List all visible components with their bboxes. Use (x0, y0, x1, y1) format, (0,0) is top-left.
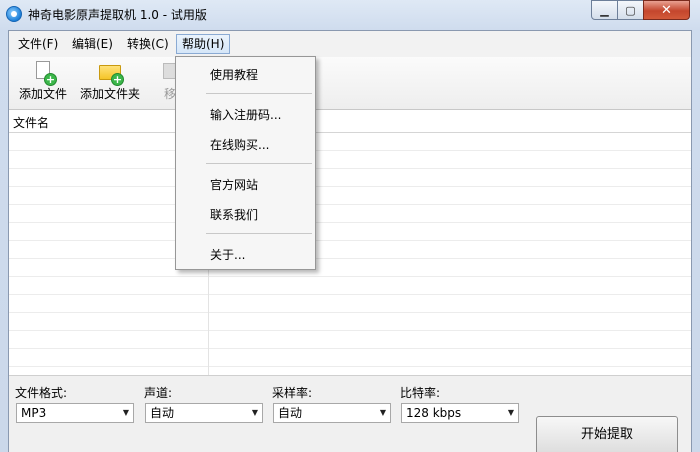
channel-select[interactable]: 自动 ▼ (145, 403, 263, 423)
start-extract-button[interactable]: 开始提取 (536, 416, 678, 452)
file-list-header: 文件名 (9, 110, 691, 133)
samplerate-select[interactable]: 自动 ▼ (273, 403, 391, 423)
options-panel: 文件格式: MP3 ▼ 声道: 自动 ▼ 采样率: 自动 ▼ 比特率: 128 … (9, 375, 691, 452)
menu-item-tutorial[interactable]: 使用教程 (210, 66, 258, 83)
file-list[interactable]: 文件名 (9, 110, 691, 375)
bitrate-value: 128 kbps (406, 406, 462, 420)
add-folder-label: 添加文件夹 (79, 87, 140, 101)
menu-item-website[interactable]: 官方网站 (210, 176, 258, 193)
format-label: 文件格式: (15, 386, 68, 400)
menu-edit[interactable]: 编辑(E) (67, 34, 118, 54)
channel-label: 声道: (144, 386, 173, 400)
menu-file[interactable]: 文件(F) (13, 34, 63, 54)
menu-item-about[interactable]: 关于... (210, 246, 245, 263)
add-file-button[interactable]: + 添加文件 (17, 61, 69, 102)
minimize-button[interactable]: ▁ (591, 0, 618, 20)
samplerate-value: 自动 (278, 406, 303, 420)
bitrate-label: 比特率: (400, 386, 441, 400)
title-bar: 神奇电影原声提取机 1.0 - 试用版 ▁ ▢ ✕ (0, 0, 700, 28)
menu-convert[interactable]: 转换(C) (122, 34, 174, 54)
add-folder-button[interactable]: + 添加文件夹 (77, 61, 143, 102)
format-select[interactable]: MP3 ▼ (16, 403, 134, 423)
menu-separator (206, 163, 312, 164)
file-list-rows (9, 133, 691, 375)
close-button[interactable]: ✕ (643, 0, 690, 20)
channel-value: 自动 (150, 406, 175, 420)
app-logo-icon (6, 6, 22, 22)
column-header-filename[interactable]: 文件名 (13, 114, 49, 131)
samplerate-label: 采样率: (272, 386, 313, 400)
menu-item-enter-code[interactable]: 输入注册码... (210, 106, 281, 123)
add-file-label: 添加文件 (18, 87, 67, 101)
window-title: 神奇电影原声提取机 1.0 - 试用版 (28, 8, 207, 22)
maximize-button[interactable]: ▢ (617, 0, 644, 20)
menu-item-buy-online[interactable]: 在线购买... (210, 136, 269, 153)
add-file-icon: + (32, 61, 57, 86)
menu-separator (206, 93, 312, 94)
format-value: MP3 (21, 406, 47, 420)
add-folder-icon: + (99, 61, 124, 86)
chevron-down-icon: ▼ (122, 408, 129, 417)
bitrate-select[interactable]: 128 kbps ▼ (401, 403, 519, 423)
app-window: 神奇电影原声提取机 1.0 - 试用版 ▁ ▢ ✕ 文件(F) 编辑(E) 转换… (0, 0, 700, 452)
menu-separator (206, 233, 312, 234)
chevron-down-icon: ▼ (251, 408, 258, 417)
menu-bar: 文件(F) 编辑(E) 转换(C) 帮助(H) (9, 31, 691, 58)
help-menu-dropdown: 使用教程 输入注册码... 在线购买... 官方网站 联系我们 关于... (175, 56, 316, 270)
chevron-down-icon: ▼ (507, 408, 514, 417)
menu-help[interactable]: 帮助(H) (176, 34, 231, 54)
client-area: 文件(F) 编辑(E) 转换(C) 帮助(H) + 添加文件 + 添加文件夹 移 (8, 30, 692, 452)
menu-item-contact[interactable]: 联系我们 (210, 206, 258, 223)
chevron-down-icon: ▼ (379, 408, 386, 417)
toolbar: + 添加文件 + 添加文件夹 移 (9, 57, 691, 110)
